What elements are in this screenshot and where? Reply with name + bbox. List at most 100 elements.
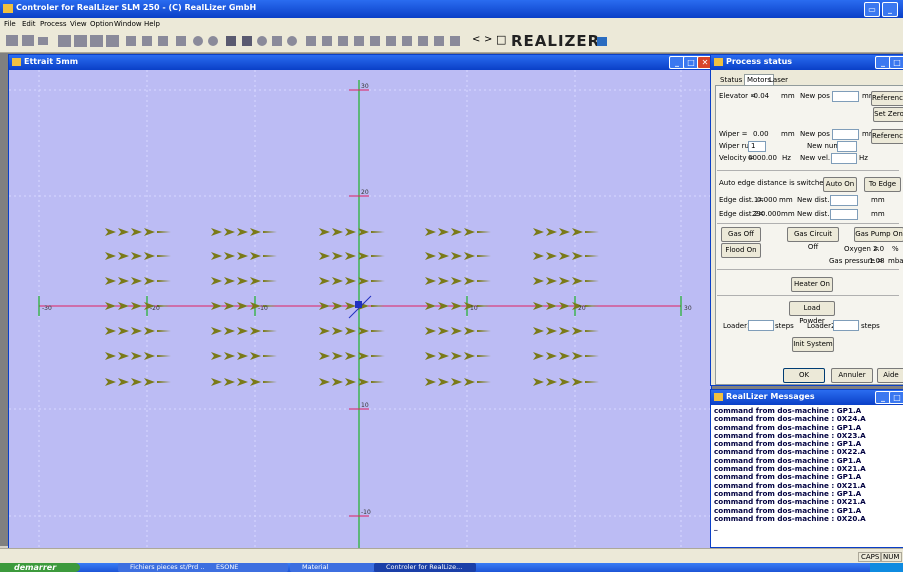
start-button[interactable]: demarrer <box>0 563 80 572</box>
ok-button[interactable]: OK <box>783 368 825 383</box>
to-edge-button[interactable]: To Edge <box>864 177 901 192</box>
start-label: demarrer <box>14 563 57 572</box>
realizer-logo-mark <box>597 37 607 46</box>
drawing-window-title-bar: Ettrait 5mm _ □ ✕ <box>9 55 713 70</box>
elevator-reference-button[interactable]: Reference <box>871 91 903 106</box>
divider <box>717 170 899 171</box>
message-line: command from dos-machine : 0X20.A <box>714 513 866 523</box>
newdist1-unit: mm <box>871 196 885 204</box>
open-icon <box>22 35 34 46</box>
taskbar-item[interactable]: ESONE <box>204 563 288 572</box>
toolbar-icons[interactable] <box>6 32 466 50</box>
elevator-setzero-button[interactable]: Set Zero <box>873 107 903 122</box>
app-title: Controler for RealLizer SLM 250 - (C) Re… <box>16 3 257 12</box>
oxygen-value: 2.0 <box>873 245 885 253</box>
axis-label: -20 <box>150 305 160 312</box>
status-bar: CAPS NUM <box>0 548 903 564</box>
messages-maximize-button[interactable]: □ <box>889 391 903 404</box>
axis-label: 20 <box>578 305 586 312</box>
taskbar-item[interactable]: Material <box>290 563 374 572</box>
tab-status[interactable]: Status <box>720 76 742 84</box>
loader2-label: Loader2 <box>807 322 836 330</box>
elevator-unit: mm <box>781 92 795 100</box>
heater-on-button[interactable]: Heater On <box>791 277 833 292</box>
process-status-icon <box>714 58 723 66</box>
edge-dist2-value: 290.000 <box>752 210 781 218</box>
layers-icon <box>74 35 87 47</box>
axis-label: 30 <box>684 305 692 312</box>
drawing-window-icon <box>12 58 21 66</box>
process-status-window: Process status _ □ Status Motors Laser E… <box>710 54 903 386</box>
axis-label: 10 <box>361 402 369 409</box>
init-system-button[interactable]: Init System <box>792 337 834 352</box>
message-cursor: _ <box>714 522 718 532</box>
tab-laser[interactable]: Laser <box>769 76 788 84</box>
axis-label: -10 <box>258 305 268 312</box>
cut-icon <box>126 36 136 46</box>
origin-marker <box>355 301 362 308</box>
loader1-input[interactable] <box>748 320 774 331</box>
menu-help[interactable]: Help <box>144 20 160 28</box>
layers-icon <box>90 35 103 47</box>
link-icon <box>38 37 48 45</box>
app-icon <box>3 4 13 13</box>
wiper-label: Wiper = <box>719 130 748 138</box>
wiper-unit: mm <box>781 130 795 138</box>
nav-next-button[interactable]: > <box>484 34 492 45</box>
edge-dist1-unit: mm <box>779 196 793 204</box>
stop-button[interactable]: □ <box>496 33 506 46</box>
process-status-maximize-button[interactable]: □ <box>889 56 903 69</box>
loader2-unit: steps <box>861 322 880 330</box>
build-plate-canvas[interactable]: -30 -20 -10 10 20 30 30 20 10 -10 <box>9 70 711 548</box>
zoom-out-icon <box>208 36 218 46</box>
auto-edge-status: Auto edge distance is switched off <box>719 179 840 187</box>
menu-process[interactable]: Process <box>40 20 67 28</box>
gas-pressure-value: 1.08 <box>869 257 885 265</box>
divider <box>717 295 899 296</box>
wiper-reference-button[interactable]: Reference <box>871 129 903 144</box>
auto-on-button[interactable]: Auto On <box>823 177 857 192</box>
elevator-newpos-input[interactable] <box>832 91 859 102</box>
divider <box>717 223 899 224</box>
axis-label: -10 <box>361 509 371 516</box>
newdist2-input[interactable] <box>830 209 858 220</box>
flood-on-button[interactable]: Flood On <box>721 243 761 258</box>
cancel-button[interactable]: Annuler <box>831 368 873 383</box>
menu-edit[interactable]: Edit <box>22 20 36 28</box>
layers-icon <box>106 35 119 47</box>
messages-log[interactable]: command from dos-machine : GP1.A command… <box>714 406 902 545</box>
loader2-input[interactable] <box>833 320 859 331</box>
menu-window[interactable]: Window <box>114 20 142 28</box>
newdist1-input[interactable] <box>830 195 858 206</box>
axis-label: 20 <box>361 189 369 196</box>
app-title-bar: Controler for RealLizer SLM 250 - (C) Re… <box>0 0 903 18</box>
loader1-unit: steps <box>775 322 794 330</box>
newvel-input[interactable] <box>831 153 857 164</box>
app-minimize-button[interactable]: _ <box>882 2 898 17</box>
app-restore-button[interactable]: ▭ <box>864 2 880 17</box>
axis-label: 30 <box>361 83 369 90</box>
gas-pump-button[interactable]: Gas Pump On <box>854 227 903 242</box>
gas-off-button[interactable]: Gas Off <box>721 227 761 242</box>
taskbar-item[interactable]: Controler for RealLize... <box>374 563 476 572</box>
wiper-newpos-input[interactable] <box>832 129 859 140</box>
newdist2-unit: mm <box>871 210 885 218</box>
menu-file[interactable]: File <box>4 20 16 28</box>
help-button[interactable]: Aide <box>877 368 903 383</box>
drawing-window: Ettrait 5mm _ □ ✕ -30 -20 -10 10 20 30 3… <box>8 54 713 549</box>
grid-icon <box>58 35 71 47</box>
messages-title-bar: RealLizer Messages _ □ <box>711 390 903 405</box>
wiper-runs-input[interactable]: 1 <box>748 141 766 152</box>
axis-label: -30 <box>42 305 52 312</box>
process-status-title-bar: Process status _ □ <box>711 55 903 70</box>
paint-icon <box>142 36 152 46</box>
axis-label: 10 <box>470 305 478 312</box>
velocity-value: 6000.00 <box>748 154 777 162</box>
menu-view[interactable]: View <box>70 20 87 28</box>
wiper-newnum-input[interactable] <box>837 141 857 152</box>
nav-prev-button[interactable]: < <box>472 34 480 45</box>
menu-option[interactable]: Option <box>90 20 113 28</box>
load-powder-button[interactable]: Load Powder <box>789 301 835 325</box>
taskbar-item[interactable]: Fichiers pieces st/Prd ... <box>118 563 210 572</box>
gas-circuit-button[interactable]: Gas Circuit Off <box>787 227 839 251</box>
